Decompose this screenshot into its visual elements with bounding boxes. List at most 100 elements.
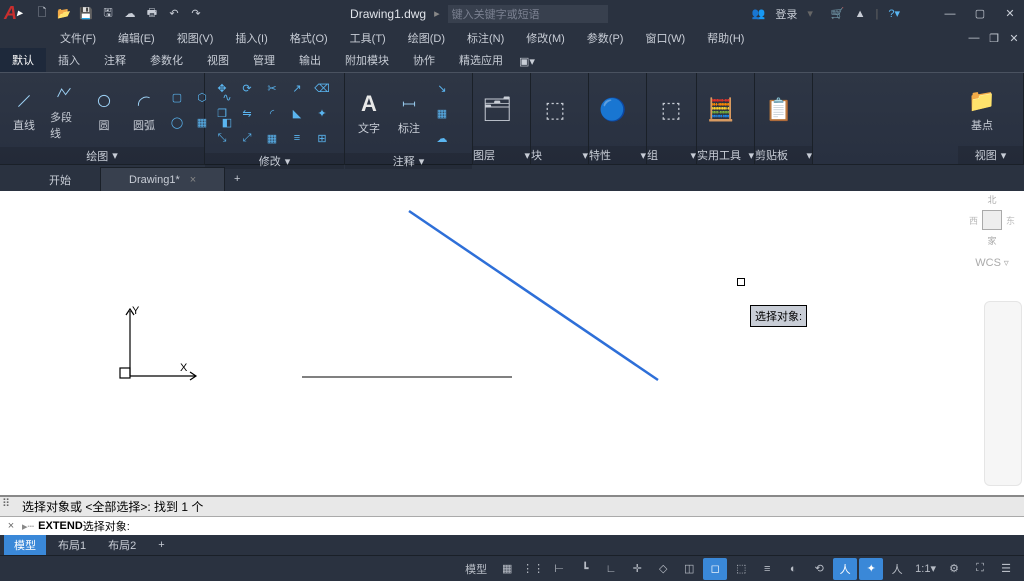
- scale-button[interactable]: 1:1 ▾: [911, 558, 940, 580]
- rotate-icon[interactable]: ⟳: [236, 77, 258, 99]
- scale-icon[interactable]: ⤢: [236, 127, 258, 149]
- close-icon[interactable]: ✕: [1000, 4, 1020, 24]
- search-input[interactable]: 键入关键字或短语: [448, 5, 608, 23]
- menu-tools[interactable]: 工具(T): [340, 28, 396, 48]
- signin-icon[interactable]: 👥: [752, 7, 766, 20]
- tab-collab[interactable]: 协作: [401, 48, 447, 72]
- tool-polyline[interactable]: 多段线: [46, 77, 82, 143]
- offset-icon[interactable]: ≡: [286, 127, 308, 149]
- custom-icon[interactable]: ☰: [994, 558, 1018, 580]
- doc-restore-icon[interactable]: ❐: [984, 28, 1004, 48]
- open-icon[interactable]: 📂: [54, 4, 74, 24]
- tool-base[interactable]: 📁基点: [964, 85, 1000, 135]
- ann-icon[interactable]: 人: [833, 558, 857, 580]
- explode-icon[interactable]: ✦: [311, 102, 333, 124]
- tool-text[interactable]: A文字: [351, 88, 387, 138]
- tab-param[interactable]: 参数化: [138, 48, 195, 72]
- tab-output[interactable]: 输出: [287, 48, 333, 72]
- dyn-icon[interactable]: ┗: [573, 558, 597, 580]
- menu-modify[interactable]: 修改(M): [516, 28, 575, 48]
- menu-edit[interactable]: 编辑(E): [108, 28, 165, 48]
- save-icon[interactable]: 💾: [76, 4, 96, 24]
- menu-file[interactable]: 文件(F): [50, 28, 106, 48]
- tool-dim[interactable]: 标注: [391, 88, 427, 138]
- ortho-icon[interactable]: ∟: [599, 558, 623, 580]
- tool-arc[interactable]: 圆弧: [126, 85, 162, 135]
- chamfer-icon[interactable]: ◣: [286, 102, 308, 124]
- menu-help[interactable]: 帮助(H): [697, 28, 754, 48]
- viewcube-area[interactable]: 北 西东 家 WCS ▿: [962, 193, 1022, 269]
- ltab-layout1[interactable]: 布局1: [48, 535, 96, 555]
- saveas-icon[interactable]: 🖫: [98, 4, 118, 24]
- tool-props[interactable]: 🔵: [595, 94, 631, 126]
- tool-block[interactable]: ⬚: [537, 94, 573, 126]
- transp-icon[interactable]: ◐: [781, 558, 805, 580]
- copy-icon[interactable]: ❐: [211, 102, 233, 124]
- tool-circle[interactable]: 圆: [86, 85, 122, 135]
- ann2-icon[interactable]: ✦: [859, 558, 883, 580]
- polar-icon[interactable]: ✛: [625, 558, 649, 580]
- app-icon[interactable]: ▲: [855, 8, 866, 20]
- tool-line[interactable]: 直线: [6, 85, 42, 135]
- menu-window[interactable]: 窗口(W): [635, 28, 695, 48]
- draw-icon-1[interactable]: ▢: [166, 87, 188, 109]
- login-button[interactable]: 登录: [775, 6, 797, 22]
- osnap-icon[interactable]: ◫: [677, 558, 701, 580]
- doc-close-icon[interactable]: ✕: [1004, 28, 1024, 48]
- tool-util[interactable]: 🧮: [703, 94, 739, 126]
- menu-params[interactable]: 参数(P): [577, 28, 634, 48]
- tool-group[interactable]: ⬚: [653, 94, 689, 126]
- grid-icon[interactable]: ▦: [495, 558, 519, 580]
- tool-layers[interactable]: 🗂: [479, 94, 515, 126]
- ltab-model[interactable]: 模型: [4, 535, 46, 555]
- tab-featured[interactable]: 精选应用: [447, 48, 515, 72]
- plot-icon[interactable]: 🖶: [142, 4, 162, 24]
- navigation-bar[interactable]: [984, 301, 1022, 486]
- ltab-add[interactable]: +: [148, 537, 174, 553]
- mirror-icon[interactable]: ⇋: [236, 102, 258, 124]
- move-icon[interactable]: ✥: [211, 77, 233, 99]
- snap-icon[interactable]: ⋮⋮: [521, 558, 545, 580]
- align-icon[interactable]: ⊞: [311, 127, 333, 149]
- tab-drawing[interactable]: Drawing1*×: [100, 167, 225, 191]
- web-icon[interactable]: ☁: [120, 4, 140, 24]
- ltab-layout2[interactable]: 布局2: [98, 535, 146, 555]
- max-icon[interactable]: ⛶: [968, 558, 992, 580]
- undo-icon[interactable]: ↶: [164, 4, 184, 24]
- cmd-close-icon[interactable]: ×: [4, 520, 18, 532]
- extend-icon[interactable]: ↗: [286, 77, 308, 99]
- tab-add-button[interactable]: +: [225, 167, 249, 191]
- 3dosnap-icon[interactable]: ⬚: [729, 558, 753, 580]
- minimize-icon[interactable]: —: [940, 4, 960, 24]
- menu-view[interactable]: 视图(V): [167, 28, 224, 48]
- ann3-icon[interactable]: 人: [885, 558, 909, 580]
- tab-default[interactable]: 默认: [0, 48, 46, 72]
- drawing-canvas[interactable]: Y X 选择对象: 北 西东 家 WCS ▿: [0, 191, 1024, 495]
- cycle-icon[interactable]: ⟲: [807, 558, 831, 580]
- command-input[interactable]: × ▸┄ EXTEND 选择对象:: [0, 516, 1024, 535]
- maximize-icon[interactable]: ▢: [970, 4, 990, 24]
- array-icon[interactable]: ▦: [261, 127, 283, 149]
- menu-format[interactable]: 格式(O): [280, 28, 338, 48]
- stretch-icon[interactable]: ⤡: [211, 127, 233, 149]
- tab-view[interactable]: 视图: [195, 48, 241, 72]
- menu-draw[interactable]: 绘图(D): [398, 28, 455, 48]
- cmd-drag-icon[interactable]: ⠿: [2, 497, 10, 510]
- new-icon[interactable]: 🗋: [32, 4, 52, 24]
- status-model[interactable]: 模型: [459, 558, 493, 580]
- redo-icon[interactable]: ↷: [186, 4, 206, 24]
- tab-manage[interactable]: 管理: [241, 48, 287, 72]
- tab-addon[interactable]: 附加模块: [333, 48, 401, 72]
- menu-annotate[interactable]: 标注(N): [457, 28, 514, 48]
- gear-icon[interactable]: ⚙: [942, 558, 966, 580]
- infer-icon[interactable]: ⊢: [547, 558, 571, 580]
- osnap2-icon[interactable]: ◻: [703, 558, 727, 580]
- trim-icon[interactable]: ✂: [261, 77, 283, 99]
- leader-icon[interactable]: ↘: [431, 77, 453, 99]
- lw-icon[interactable]: ≡: [755, 558, 779, 580]
- cloud-icon[interactable]: ☁: [431, 127, 453, 149]
- help-icon[interactable]: ?▾: [888, 7, 900, 20]
- menu-insert[interactable]: 插入(I): [225, 28, 277, 48]
- fillet-icon[interactable]: ◜: [261, 102, 283, 124]
- tab-insert[interactable]: 插入: [46, 48, 92, 72]
